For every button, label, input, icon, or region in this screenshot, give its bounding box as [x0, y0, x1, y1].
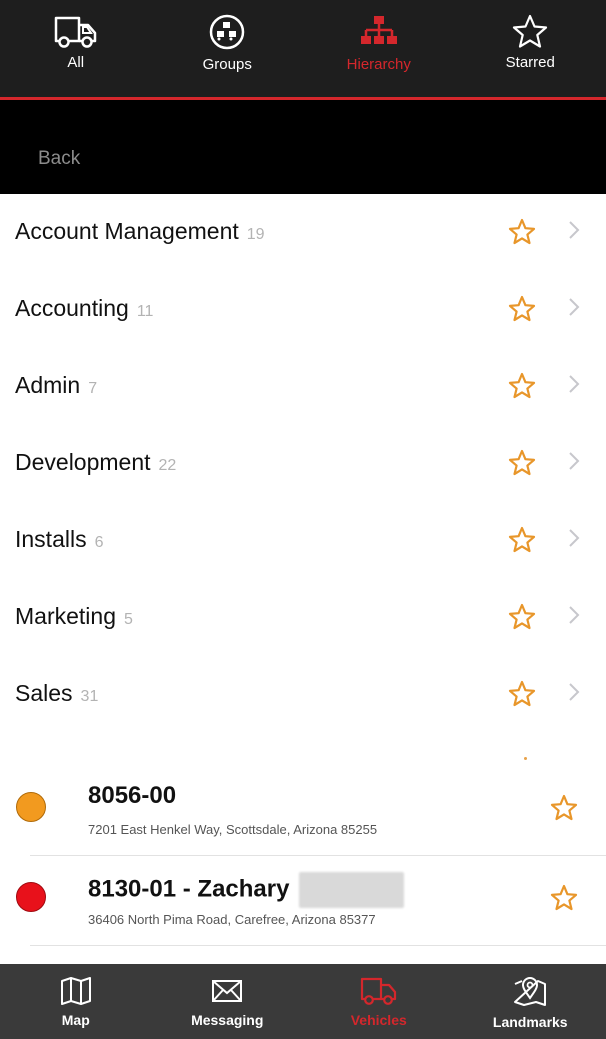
chevron-right-icon [569, 375, 580, 393]
group-count: 5 [123, 611, 133, 628]
group-count: 31 [80, 688, 99, 705]
top-tab-bar: All Groups Hierarchy Starred [0, 0, 606, 100]
vehicle-address: 7201 East Henkel Way, Scottsdale, Arizon… [88, 822, 378, 837]
tab-vehicles-label: Vehicles [350, 1012, 407, 1028]
truck-icon [360, 977, 396, 1005]
bottom-tab-bar: Map Messaging Vehicles Landmarks [0, 964, 606, 1039]
divider [30, 945, 606, 946]
vehicle-address: 36406 North Pima Road, Carefree, Arizona… [88, 912, 376, 927]
tab-hierarchy[interactable]: Hierarchy [303, 0, 455, 97]
envelope-icon [212, 980, 243, 1002]
chevron-right-icon [569, 529, 580, 547]
tab-map-label: Map [61, 1012, 90, 1028]
vehicle-title: 8130-01 - Zachary [88, 872, 405, 908]
star-icon[interactable] [550, 794, 578, 821]
group-name-text: Sales [15, 680, 73, 706]
landmark-pin-icon [514, 977, 547, 1006]
tab-groups-label: Groups [202, 56, 252, 73]
tab-map[interactable]: Map [0, 964, 152, 1039]
tab-vehicles[interactable]: Vehicles [303, 964, 455, 1039]
redacted-name [299, 872, 405, 908]
star-icon[interactable] [508, 449, 536, 476]
group-list: Account Management 19 Accounting 11 Admin 7… [0, 194, 606, 733]
status-dot [16, 882, 46, 912]
vehicle-title: 8056-00 [88, 782, 177, 809]
star-icon[interactable] [508, 603, 536, 630]
vehicle-list: 8056-00 7201 East Henkel Way, Scottsdale… [0, 766, 606, 946]
back-bar: Back [0, 100, 606, 194]
status-dot [16, 792, 46, 822]
list-item[interactable]: Account Management 19 [0, 194, 606, 271]
group-name: Sales 31 [15, 680, 98, 707]
group-count: 19 [246, 226, 265, 243]
tab-hierarchy-label: Hierarchy [346, 56, 411, 73]
group-name: Account Management 19 [15, 218, 265, 245]
tab-groups[interactable]: Groups [152, 0, 304, 97]
star-icon[interactable] [508, 526, 536, 553]
group-name-text: Installs [15, 526, 87, 552]
group-name-text: Marketing [15, 603, 116, 629]
truck-icon [54, 16, 96, 48]
list-item[interactable]: Admin 7 [0, 348, 606, 425]
list-item[interactable]: Accounting 11 [0, 271, 606, 348]
group-name: Installs 6 [15, 526, 104, 553]
star-icon[interactable] [508, 680, 536, 707]
group-name: Development 22 [15, 449, 176, 476]
chevron-right-icon [569, 298, 580, 316]
star-icon[interactable] [508, 218, 536, 245]
tab-all-label: All [67, 54, 85, 71]
group-name-text: Development [15, 449, 151, 475]
group-name: Admin 7 [15, 372, 97, 399]
group-count: 6 [94, 534, 104, 551]
group-count: 22 [158, 457, 177, 474]
tab-all[interactable]: All [0, 0, 152, 97]
vehicle-row[interactable]: 8056-00 7201 East Henkel Way, Scottsdale… [0, 766, 606, 856]
tab-messaging[interactable]: Messaging [152, 964, 304, 1039]
group-name-text: Accounting [15, 295, 129, 321]
back-button[interactable]: Back [38, 148, 80, 170]
star-icon[interactable] [508, 295, 536, 322]
chevron-right-icon [569, 221, 580, 239]
group-name-text: Admin [15, 372, 81, 398]
groups-icon [210, 14, 245, 50]
list-item[interactable]: Installs 6 [0, 502, 606, 579]
vehicle-title-text: 8130-01 - Zachary [88, 875, 290, 903]
chevron-right-icon [569, 452, 580, 470]
tab-messaging-label: Messaging [191, 1012, 264, 1028]
chevron-right-icon [569, 606, 580, 624]
list-item[interactable]: Development 22 [0, 425, 606, 502]
tab-landmarks-label: Landmarks [492, 1014, 568, 1030]
list-item[interactable]: Marketing 5 [0, 579, 606, 656]
vehicle-row[interactable]: 8130-01 - Zachary 36406 North Pima Road,… [0, 856, 606, 946]
star-icon[interactable] [508, 372, 536, 399]
hierarchy-icon [360, 16, 397, 44]
scroll-marker [524, 757, 527, 760]
tab-starred-label: Starred [505, 54, 555, 71]
tab-starred[interactable]: Starred [455, 0, 606, 97]
map-icon [60, 977, 91, 1005]
list-item[interactable]: Sales 31 [0, 656, 606, 733]
tab-landmarks[interactable]: Landmarks [455, 964, 606, 1039]
star-outline-icon [513, 14, 548, 48]
group-count: 7 [88, 380, 98, 397]
group-count: 11 [136, 303, 154, 320]
star-icon[interactable] [550, 884, 578, 911]
group-name: Accounting 11 [15, 295, 153, 322]
chevron-right-icon [569, 683, 580, 701]
group-name-text: Account Management [15, 218, 239, 244]
group-name: Marketing 5 [15, 603, 133, 630]
